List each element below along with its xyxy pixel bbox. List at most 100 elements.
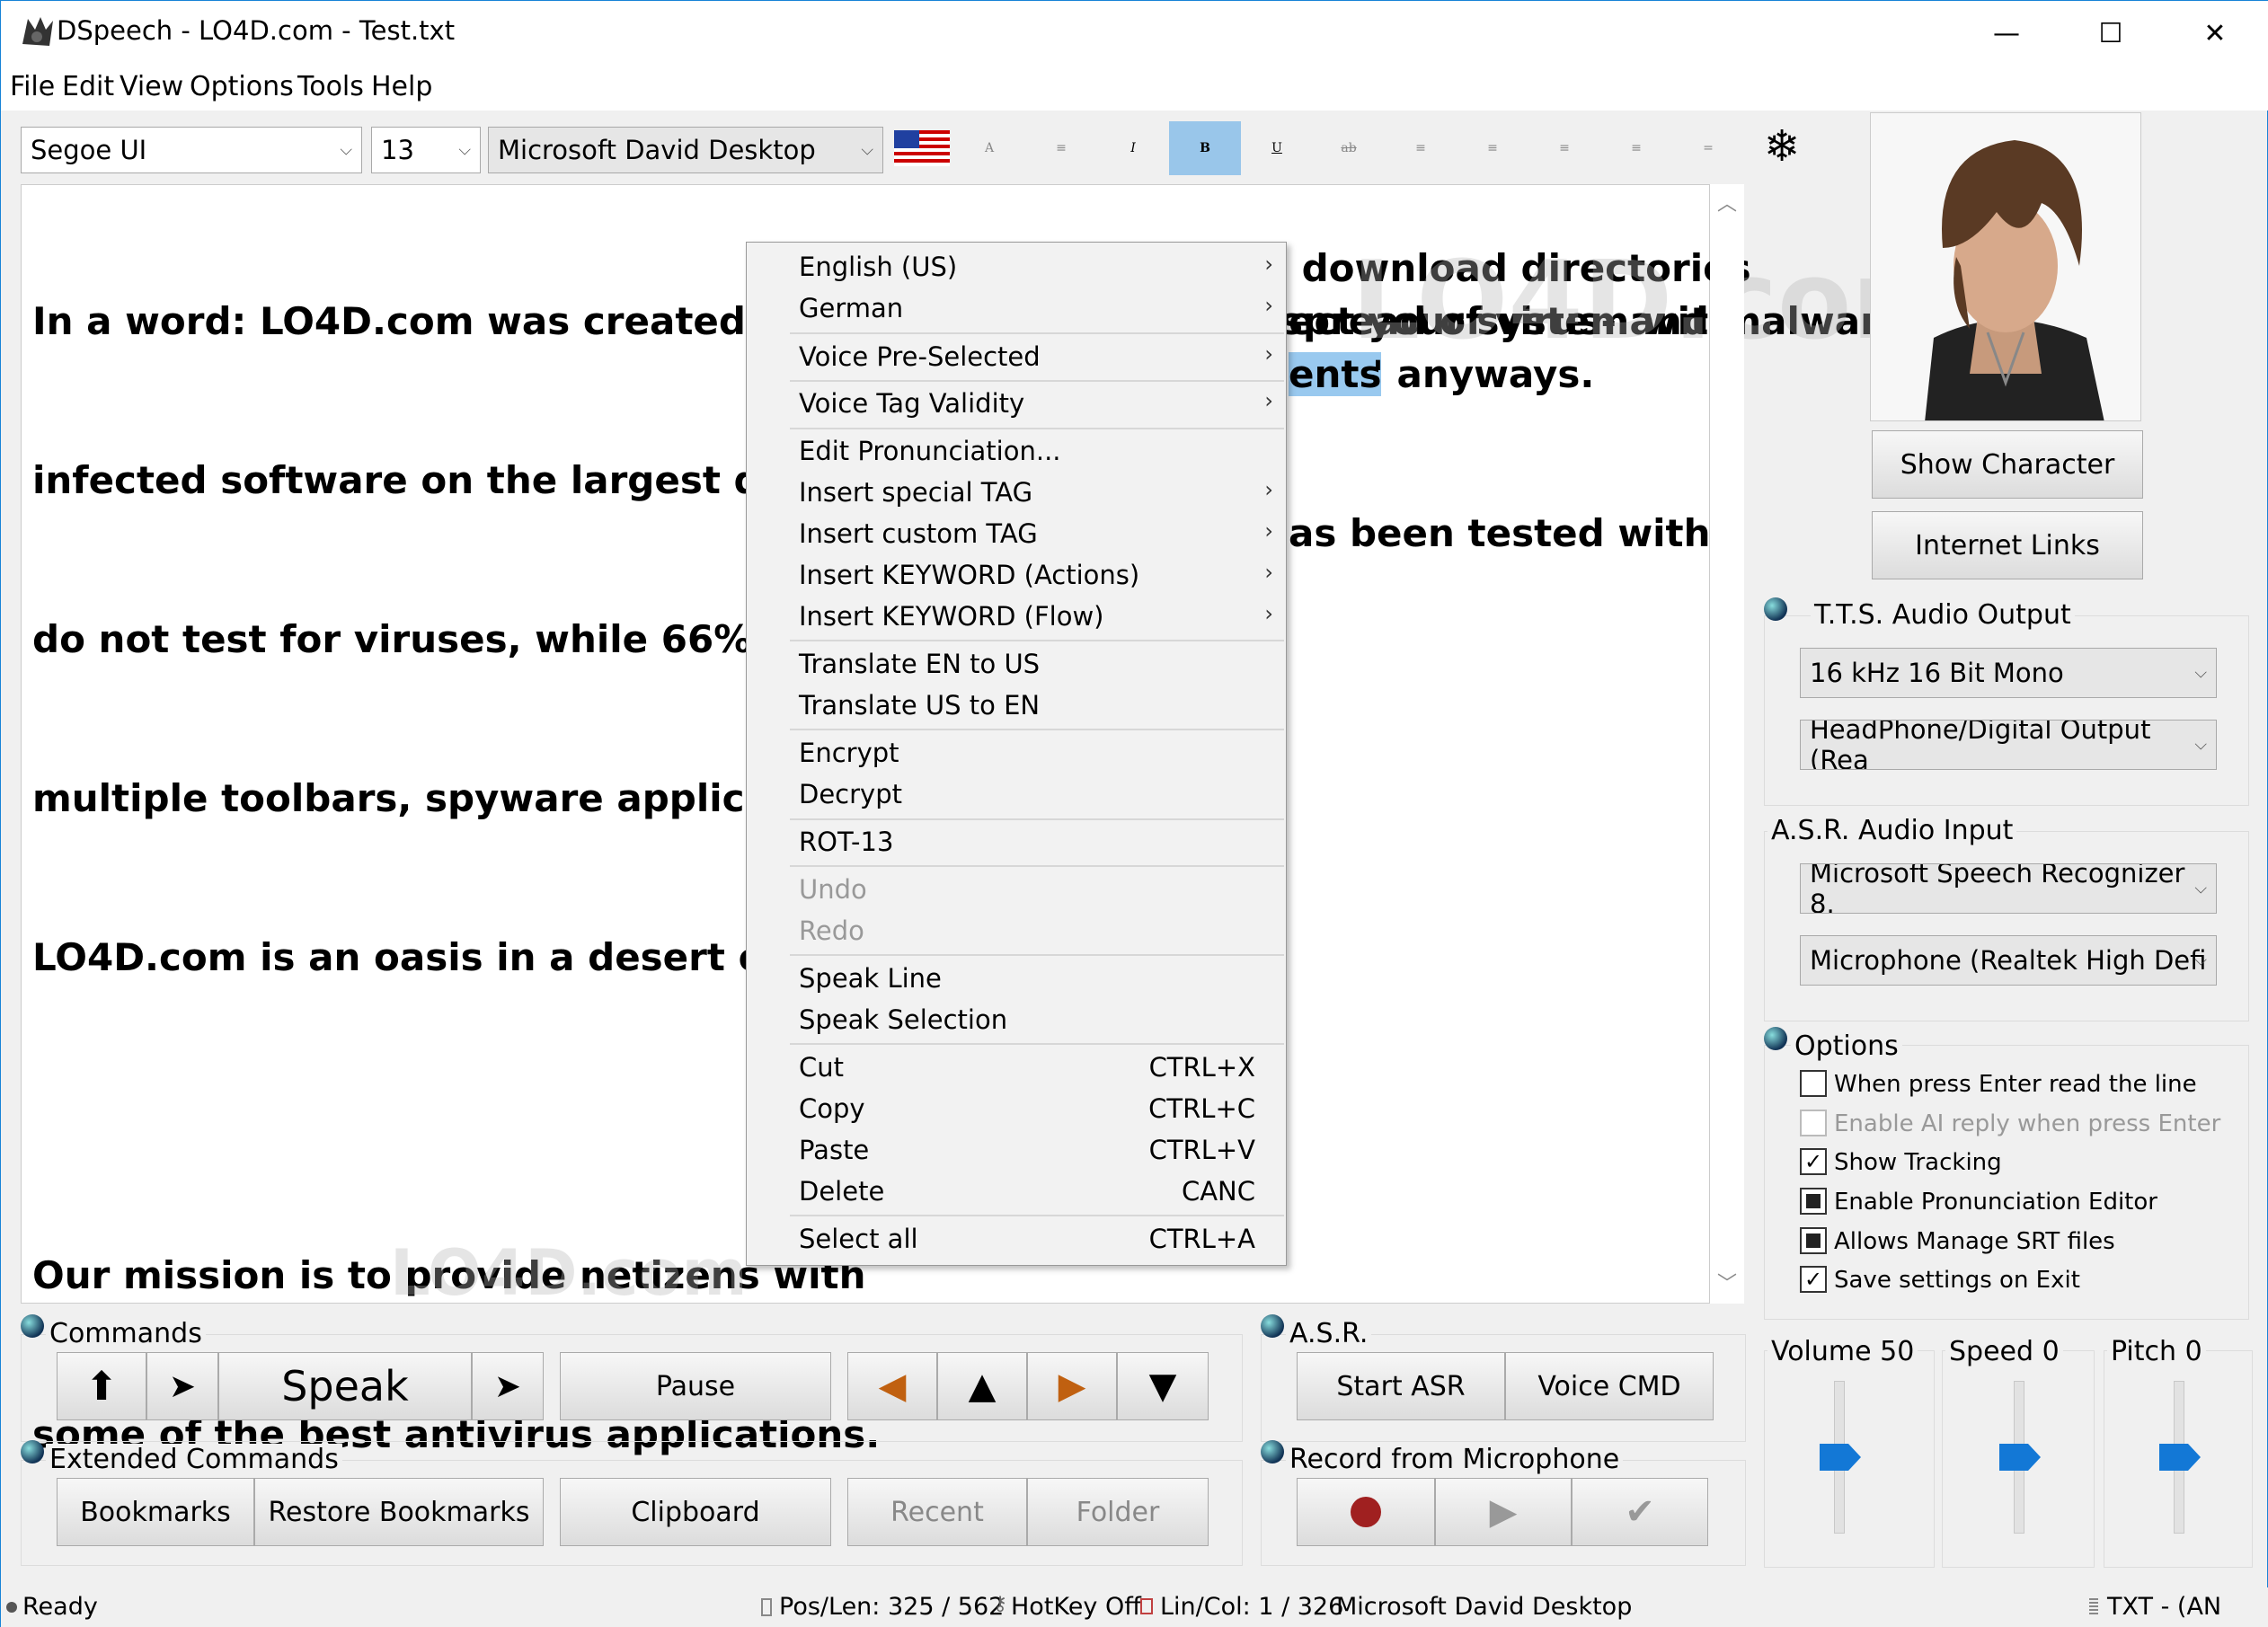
watermark-text: LO4D.com [390,1236,748,1310]
strikethrough-button-icon[interactable]: ab [1313,121,1385,175]
menu-item-label: Paste [799,1135,870,1165]
menu-options[interactable]: Options [190,71,294,102]
nav-right-button[interactable]: ▶ [1027,1352,1117,1420]
menu-view[interactable]: View [120,71,183,102]
menu-item-label: Insert KEYWORD (Actions) [799,560,1140,590]
checkbox-save-settings[interactable]: ✓ [1800,1266,1827,1293]
font-value: Segoe UI [31,135,147,165]
menu-item-label: Speak Selection [799,1004,1008,1035]
chevron-down-icon: ⌵ [861,140,873,160]
menu-item-label: Insert special TAG [799,477,1033,508]
font-select[interactable]: Segoe UI ⌵ [21,127,362,173]
checkbox-ai-reply[interactable] [1800,1110,1827,1136]
align-center-icon[interactable]: ≡ [1457,121,1528,175]
restore-bookmarks-button[interactable]: Restore Bookmarks [254,1478,544,1546]
align-right-icon[interactable]: ≡ [1528,121,1600,175]
play-button[interactable]: ▶ [1435,1478,1572,1546]
menu-shortcut: CTRL+C [1148,1093,1255,1124]
checkmark-icon: ✓ [1803,1149,1823,1174]
underline-button-icon[interactable]: U [1241,121,1313,175]
confirm-button[interactable]: ✔ [1572,1478,1708,1546]
minimize-button[interactable]: — [1954,1,2059,66]
menu-separator [790,380,1284,382]
highlight-tool-icon[interactable]: A [953,121,1025,175]
menu-separator [790,729,1284,730]
menu-tools[interactable]: Tools [297,71,364,102]
speaker-globe-icon [1764,597,1787,621]
pitch-label: Pitch 0 [2107,1336,2206,1367]
tts-device-select[interactable]: HeadPhone/Digital Output (Rea ⌵ [1800,720,2217,770]
editor-fragment: as been tested with [1289,511,1711,555]
voice-cmd-button[interactable]: Voice CMD [1505,1352,1714,1420]
volume-slider-thumb[interactable] [1820,1444,1861,1471]
italic-button-icon[interactable]: I [1097,121,1169,175]
line-spacing-icon[interactable]: = [1672,121,1744,175]
menu-help[interactable]: Help [371,71,432,102]
asr-device-select[interactable]: Microphone (Realtek High Defi ⌵ [1800,935,2217,986]
option-label: Enable AI reply when press Enter [1834,1110,2221,1137]
menu-shortcut: CANC [1181,1176,1255,1207]
submenu-arrow-icon: › [1264,341,1273,367]
scroll-up-icon[interactable]: ︿ [1717,188,1737,217]
title-bar[interactable]: DSpeech - LO4D.com - Test.txt — ☐ ✕ [1,1,2268,66]
pitch-slider-thumb[interactable] [2159,1444,2201,1471]
record-title: Record from Microphone [1286,1444,1624,1475]
checkbox-show-tracking[interactable]: ✓ [1800,1148,1827,1175]
bold-button-icon[interactable]: B [1169,121,1241,175]
scroll-down-icon[interactable]: ﹀ [1717,1268,1737,1296]
chevron-down-icon: ⌵ [2194,735,2207,755]
justify-icon[interactable]: ≡ [1600,121,1672,175]
asr-engine-select[interactable]: Microsoft Speech Recognizer 8. ⌵ [1800,863,2217,914]
recent-button[interactable]: Recent [847,1478,1027,1546]
menu-item-label: ROT-13 [799,827,894,857]
voice-select[interactable]: Microsoft David Desktop ⌵ [488,127,883,173]
tts-device-value: HeadPhone/Digital Output (Rea [1810,720,2151,770]
folder-button[interactable]: Folder [1027,1478,1209,1546]
previous-button[interactable]: ➤ [146,1352,218,1420]
align-left-icon[interactable]: ≡ [1385,121,1457,175]
pause-button[interactable]: Pause [560,1352,831,1420]
menu-edit[interactable]: Edit [62,71,114,102]
status-dot-icon [6,1602,17,1613]
extended-globe-icon [21,1440,44,1463]
us-flag-icon[interactable] [894,130,950,166]
speed-slider-thumb[interactable] [1999,1444,2041,1471]
next-button[interactable]: ➤ [472,1352,544,1420]
chevron-down-icon: ⌵ [2194,663,2207,683]
options-globe-icon [1764,1027,1787,1050]
menu-item-label: Insert KEYWORD (Flow) [799,601,1104,632]
checkbox-pronunciation-editor[interactable] [1800,1188,1827,1215]
speak-button[interactable]: Speak [218,1352,472,1420]
close-button[interactable]: ✕ [2163,1,2267,66]
checkbox-enter-read-line[interactable] [1800,1070,1827,1097]
nav-up-button[interactable]: ▲ [937,1352,1027,1420]
record-button[interactable] [1297,1478,1435,1546]
internet-links-button[interactable]: Internet Links [1872,511,2143,579]
menu-file[interactable]: File [10,71,55,102]
app-logo-icon [22,17,53,46]
menu-item-label: Voice Tag Validity [799,388,1025,419]
submenu-arrow-icon: › [1264,388,1273,413]
menu-separator [790,1043,1284,1045]
indeterminate-square-icon [1806,1194,1821,1208]
nav-down-button[interactable]: ▼ [1117,1352,1209,1420]
start-asr-button[interactable]: Start ASR [1297,1352,1505,1420]
stop-up-button[interactable]: ⬆ [57,1352,146,1420]
checkbox-srt-files[interactable] [1800,1227,1827,1254]
snowflake-icon[interactable]: ❄ [1764,121,1800,172]
status-mode: TXT - (AN [2107,1593,2222,1621]
checkmark-icon: ✔ [1625,1491,1655,1533]
clipboard-button[interactable]: Clipboard [560,1478,831,1546]
menu-separator [790,865,1284,867]
tts-format-select[interactable]: 16 kHz 16 Bit Mono ⌵ [1800,648,2217,698]
show-character-button[interactable]: Show Character [1872,430,2143,499]
list-tool-icon[interactable]: ≡ [1025,121,1097,175]
bookmarks-button[interactable]: Bookmarks [57,1478,254,1546]
menu-item-label: German [799,293,904,323]
font-size-select[interactable]: 13 ⌵ [371,127,481,173]
editor-scrollbar[interactable]: ︿ ﹀ [1710,184,1744,1304]
maximize-button[interactable]: ☐ [2059,1,2163,66]
menu-separator [790,818,1284,820]
nav-left-button[interactable]: ◀ [847,1352,937,1420]
app-window: DSpeech - LO4D.com - Test.txt — ☐ ✕ File… [0,0,2268,1627]
